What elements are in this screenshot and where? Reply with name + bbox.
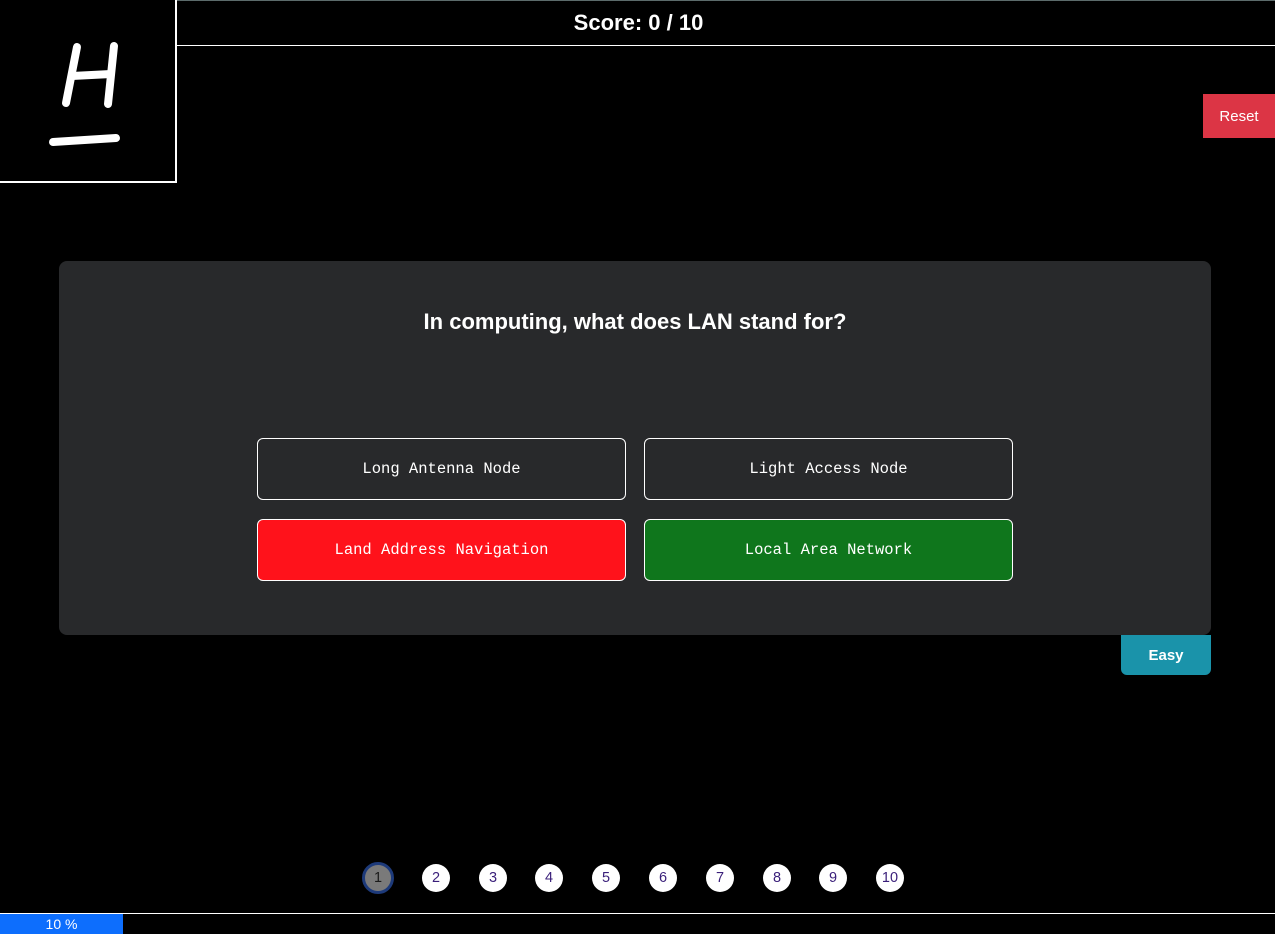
answer-option-1[interactable]: Long Antenna Node [257,438,626,500]
score-bar: Score: 0 / 10 [177,0,1275,46]
score-text: Score: 0 / 10 [573,9,704,35]
answer-option-4[interactable]: Local Area Network [644,519,1013,581]
logo [0,0,177,183]
answer-option-3[interactable]: Land Address Navigation [257,519,626,581]
progress-track [0,913,1275,914]
page-dot-2[interactable]: 2 [422,864,450,892]
question-text: In computing, what does LAN stand for? [423,309,847,334]
page-dot-10[interactable]: 10 [876,864,904,892]
page-dot-9[interactable]: 9 [819,864,847,892]
page-dot-3[interactable]: 3 [479,864,507,892]
page-dot-4[interactable]: 4 [535,864,563,892]
progress-label: 10 % [45,916,78,932]
question-card: In computing, what does LAN stand for? L… [59,261,1211,635]
page-dot-7[interactable]: 7 [706,864,734,892]
answer-option-2[interactable]: Light Access Node [644,438,1013,500]
difficulty-badge: Easy [1121,635,1211,675]
reset-button[interactable]: Reset [1203,94,1275,138]
page-dot-5[interactable]: 5 [592,864,620,892]
page-dot-1[interactable]: 1 [362,862,394,894]
h-logo-icon [49,42,120,146]
page-dot-8[interactable]: 8 [763,864,791,892]
page-dot-6[interactable]: 6 [649,864,677,892]
